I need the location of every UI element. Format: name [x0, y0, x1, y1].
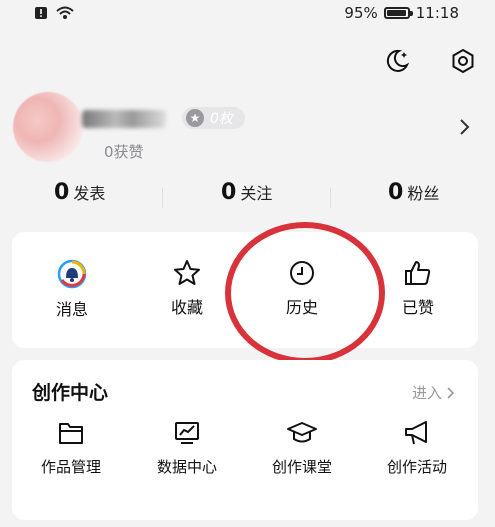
creation-center-enter-link[interactable]: 进入 — [412, 382, 456, 403]
stat-following[interactable]: 0 关注 — [221, 180, 272, 205]
stats-row: 0 发表 0 关注 0 粉丝 — [0, 180, 495, 216]
thumbs-up-icon — [405, 261, 431, 285]
tool-label: 数据中心 — [156, 458, 217, 476]
moon-sparkle-icon — [386, 49, 410, 72]
clock-time: 11:18 — [415, 4, 459, 22]
tool-label: 创作课堂 — [271, 458, 332, 476]
battery-icon — [383, 7, 413, 19]
chart-monitor-icon — [175, 422, 199, 444]
tool-label: 创作活动 — [386, 458, 447, 476]
medal-badge[interactable]: ★ 0枚 — [182, 107, 245, 129]
quick-action-favorites[interactable]: 收藏 — [137, 258, 237, 318]
megaphone-icon — [405, 421, 427, 445]
stat-value: 0 — [221, 180, 237, 205]
tool-data-center[interactable]: 数据中心 — [132, 418, 242, 477]
notification-icon — [34, 5, 48, 24]
divider — [162, 188, 163, 208]
highlight-circle-annotation — [225, 222, 385, 364]
divider — [330, 188, 331, 208]
tool-works-management[interactable]: 作品管理 — [16, 418, 126, 477]
username-blurred[interactable] — [82, 110, 166, 128]
stat-label: 粉丝 — [407, 184, 440, 203]
bell-icon — [57, 259, 87, 289]
quick-action-label: 已赞 — [401, 298, 434, 317]
tool-creation-activities[interactable]: 创作活动 — [362, 418, 472, 477]
stat-label: 发表 — [73, 184, 106, 203]
status-left — [34, 5, 74, 24]
settings-button[interactable] — [446, 44, 480, 78]
badge-count: 0枚 — [210, 111, 233, 127]
avatar[interactable] — [13, 92, 83, 162]
profile-chevron-right-icon[interactable] — [458, 117, 472, 141]
graduation-cap-icon — [287, 422, 317, 443]
hexagon-gear-icon — [452, 48, 474, 74]
quick-action-messages[interactable]: 消息 — [22, 258, 122, 320]
enter-label: 进入 — [412, 384, 443, 402]
wifi-icon — [56, 5, 74, 24]
tool-creation-classroom[interactable]: 创作课堂 — [247, 418, 357, 477]
stat-label: 关注 — [240, 184, 273, 203]
folder-icon — [59, 423, 83, 444]
battery-fill — [386, 10, 406, 16]
stat-followers[interactable]: 0 粉丝 — [388, 180, 439, 205]
battery-percent: 95% — [344, 4, 378, 22]
star-icon — [174, 260, 200, 285]
night-mode-button[interactable] — [380, 44, 414, 78]
chevron-right-icon — [447, 386, 455, 399]
quick-action-label: 消息 — [55, 300, 88, 319]
status-bar: 95% 11:18 — [0, 0, 495, 28]
likes-count: 0获赞 — [104, 143, 144, 161]
stat-posts[interactable]: 0 发表 — [54, 180, 105, 205]
star-badge-icon: ★ — [186, 109, 204, 127]
quick-action-label: 收藏 — [170, 298, 203, 317]
stat-value: 0 — [54, 180, 70, 205]
stat-value: 0 — [388, 180, 404, 205]
status-right: 95% 11:18 — [344, 4, 459, 22]
tool-label: 作品管理 — [40, 458, 101, 476]
creation-center-title: 创作中心 — [32, 382, 109, 404]
